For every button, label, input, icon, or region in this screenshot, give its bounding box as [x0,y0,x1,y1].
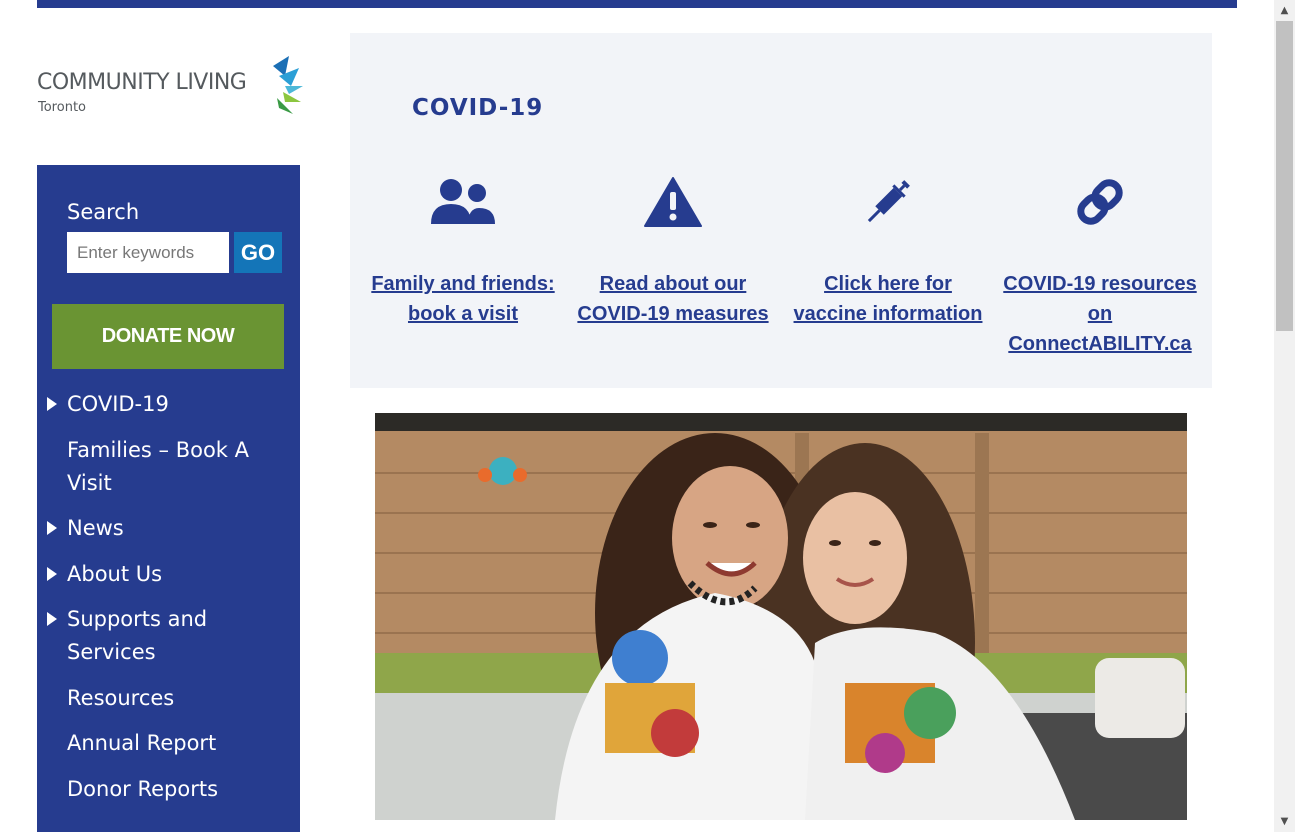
logo-mark-icon [273,56,303,114]
donate-now-button[interactable]: DONATE NOW [52,304,284,369]
logo-subtitle: Toronto [38,100,86,115]
nav-item-annual-report[interactable]: Annual Report [37,727,300,760]
nav-item-label: Families – Book A Visit [67,437,249,495]
syringe-icon [867,180,910,223]
nav-item-label: Resources [67,685,175,710]
covid-measures-link[interactable]: Read about our COVID-19 measures [573,269,773,329]
nav-item-donor-reports[interactable]: Donor Reports [37,773,300,806]
covid-card-book-visit: Family and friends: book a visit [363,173,563,329]
expand-arrow-icon[interactable] [47,612,57,626]
logo-name: COMMUNITY LIVING [37,70,247,95]
search-label: Search [67,200,140,224]
hero-photo [375,413,1187,820]
warning-icon [644,177,702,227]
scroll-down-arrow-icon[interactable]: ▼ [1274,811,1295,832]
scrollbar[interactable]: ▲ ▼ [1274,0,1295,832]
nav-item-resources[interactable]: Resources [37,682,300,715]
nav-item-news[interactable]: News [37,512,300,545]
nav-item-about-us[interactable]: About Us [37,558,300,591]
sidebar: Search GO DONATE NOW COVID-19 Families –… [37,165,300,832]
top-bar [37,0,1237,8]
nav-item-families-book-a-visit[interactable]: Families – Book A Visit [37,434,300,500]
nav-item-label: Donor Reports [67,776,219,801]
nav-item-label: Supports and Services [67,607,208,664]
search-go-button[interactable]: GO [234,232,282,273]
link-icon [1077,179,1123,225]
expand-arrow-icon[interactable] [47,521,57,535]
vaccine-info-link[interactable]: Click here for vaccine information [788,269,988,329]
site-logo[interactable]: COMMUNITY LIVING Toronto [37,56,303,118]
nav-item-label: Annual Report [67,731,217,755]
scroll-up-arrow-icon[interactable]: ▲ [1274,0,1295,21]
sidebar-nav: COVID-19 Families – Book A Visit News Ab… [37,388,300,818]
covid-card-vaccine: Click here for vaccine information [788,173,988,329]
hero-image [375,413,1187,820]
nav-item-label: COVID-19 [67,392,169,416]
connectability-link[interactable]: COVID-19 resources on ConnectABILITY.ca [1000,269,1200,359]
expand-arrow-icon[interactable] [47,566,57,581]
nav-item-supports-and-services[interactable]: Supports and Services [37,603,300,669]
scroll-thumb[interactable] [1276,21,1293,331]
users-icon [431,179,495,224]
covid-card-measures: Read about our COVID-19 measures [573,173,773,329]
nav-item-covid-19[interactable]: COVID-19 [37,388,300,421]
expand-arrow-icon[interactable] [47,397,57,411]
nav-item-label: News [67,516,124,540]
covid-card-connectability: COVID-19 resources on ConnectABILITY.ca [1000,173,1200,359]
book-visit-link[interactable]: Family and friends: book a visit [363,269,563,329]
search-input[interactable] [67,232,229,273]
covid-panel: COVID-19 Family and friends: book a visi… [350,33,1212,388]
covid-title: COVID-19 [412,95,544,121]
nav-item-label: About Us [67,561,163,586]
